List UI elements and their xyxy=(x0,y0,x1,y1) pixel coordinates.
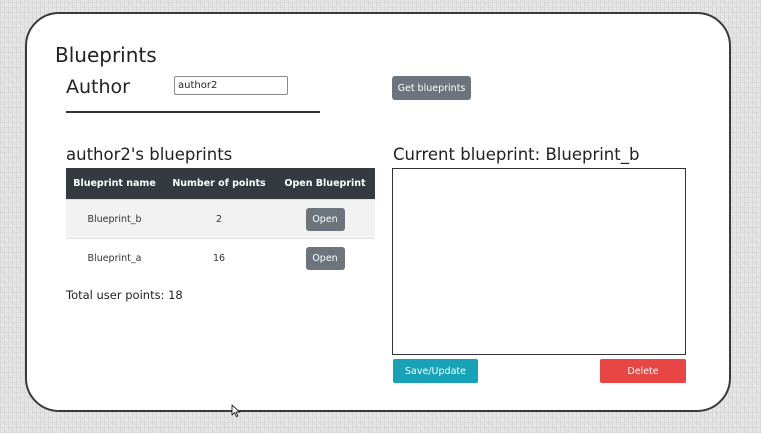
column-header-open: Open Blueprint xyxy=(275,168,375,200)
save-update-button[interactable]: Save/Update xyxy=(393,359,478,383)
blueprint-points-cell: 2 xyxy=(163,199,275,239)
blueprint-name-cell: Blueprint_b xyxy=(66,199,163,239)
blueprints-list-title: author2's blueprints xyxy=(66,145,233,164)
delete-button[interactable]: Delete xyxy=(600,359,686,383)
blueprint-open-cell: Open xyxy=(275,199,375,239)
column-header-points: Number of points xyxy=(163,168,275,200)
blueprint-points-cell: 16 xyxy=(163,238,275,277)
blueprint-open-cell: Open xyxy=(275,238,375,277)
blueprint-name-cell: Blueprint_a xyxy=(66,238,163,277)
current-blueprint-title: Current blueprint: Blueprint_b xyxy=(393,145,640,164)
mouse-pointer-icon xyxy=(231,404,241,418)
open-blueprint-button[interactable]: Open xyxy=(305,207,345,231)
get-blueprints-button[interactable]: Get blueprints xyxy=(392,76,471,100)
blueprint-canvas[interactable] xyxy=(392,168,686,355)
author-divider xyxy=(66,111,320,113)
table-row: Blueprint_b 2 Open xyxy=(66,199,375,239)
blueprints-table: Blueprint name Number of points Open Blu… xyxy=(66,168,375,277)
column-header-name: Blueprint name xyxy=(66,168,163,200)
open-blueprint-button[interactable]: Open xyxy=(305,246,345,270)
table-row: Blueprint_a 16 Open xyxy=(66,238,375,277)
table-header-row: Blueprint name Number of points Open Blu… xyxy=(66,168,375,200)
total-points: Total user points: 18 xyxy=(66,288,183,302)
page-title: Blueprints xyxy=(55,43,157,67)
author-label: Author xyxy=(66,76,130,98)
author-input[interactable] xyxy=(174,76,288,95)
